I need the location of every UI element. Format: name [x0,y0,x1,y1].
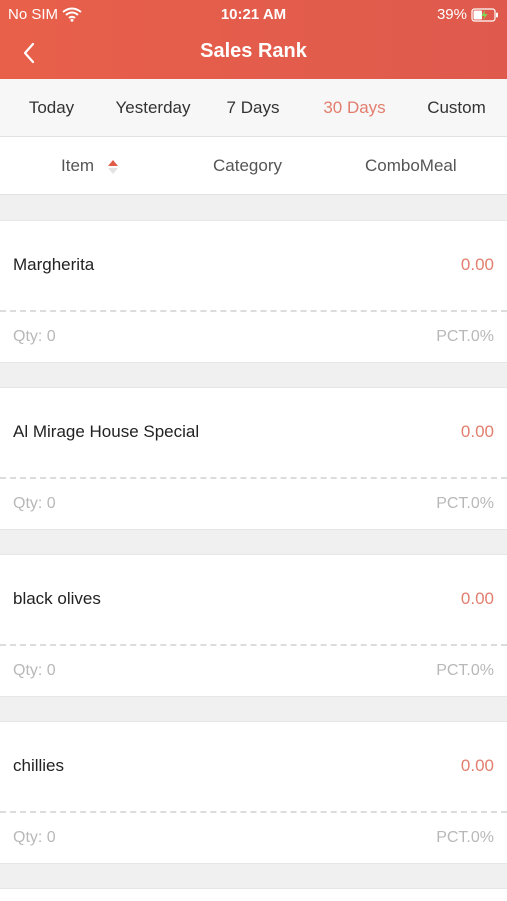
tab-7-days[interactable]: 7 Days [203,79,303,136]
list-item[interactable]: chillies 0.00 Qty: 0 PCT.0% [0,721,507,864]
list-item[interactable]: Al Mirage House Special 0.00 Qty: 0 PCT.… [0,387,507,530]
item-pct: PCT.0% [436,328,494,345]
item-qty: Qty: 0 [13,495,56,512]
rank-type-bar: Item Category ComboMeal [0,137,507,195]
sort-item-button[interactable]: Item [61,137,94,194]
item-name: Margherita [13,255,95,274]
item-amount: 0.00 [460,255,494,274]
next-list-item-edge [0,888,507,901]
tab-today[interactable]: Today [0,79,103,136]
item-name: chillies [13,756,65,775]
item-pct: PCT.0% [436,495,494,512]
list-item[interactable]: Margherita 0.00 Qty: 0 PCT.0% [0,220,507,363]
sort-category-button[interactable]: Category [213,137,282,194]
battery-charging-icon [471,7,498,22]
item-qty: Qty: 0 [13,829,56,846]
item-qty: Qty: 0 [13,328,56,345]
item-amount: 0.00 [460,422,494,441]
item-pct: PCT.0% [436,829,494,846]
status-bar: No SIM 10:21 AM 39% [0,6,507,24]
sort-item-label: Item [61,156,95,175]
item-amount: 0.00 [460,589,494,608]
page-title: Sales Rank [200,40,307,62]
tab-yesterday[interactable]: Yesterday [103,79,203,136]
item-pct: PCT.0% [436,662,494,679]
item-name: black olives [13,589,101,608]
item-qty: Qty: 0 [13,662,56,679]
list-item[interactable]: black olives 0.00 Qty: 0 PCT.0% [0,554,507,697]
clock: 10:21 AM [220,6,287,23]
sort-arrows-icon [108,160,118,174]
sort-combomeal-button[interactable]: ComboMeal [365,137,457,194]
nav-header: No SIM 10:21 AM 39% Sales Rank [0,0,507,79]
item-amount: 0.00 [460,756,494,775]
dashed-divider [0,811,507,813]
dashed-divider [0,644,507,646]
date-range-tabs: Today Yesterday 7 Days 30 Days Custom [0,79,507,137]
dashed-divider [0,477,507,479]
tab-30-days[interactable]: 30 Days [303,79,406,136]
tab-custom[interactable]: Custom [406,79,507,136]
dashed-divider [0,310,507,312]
battery-percent: 39% [436,6,467,23]
item-name: Al Mirage House Special [13,422,200,441]
